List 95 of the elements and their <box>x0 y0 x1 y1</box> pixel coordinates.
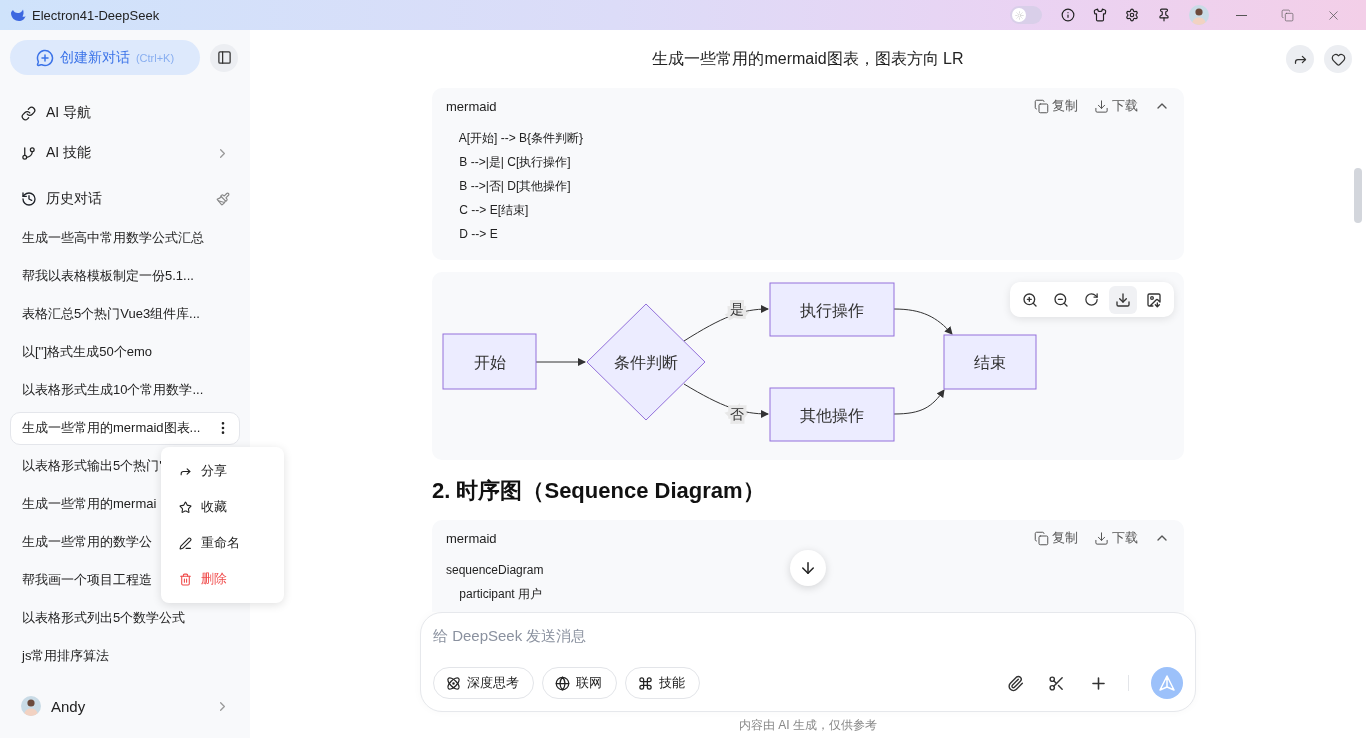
image-icon <box>1146 291 1163 308</box>
sun-icon <box>1014 10 1024 20</box>
flow-arrow <box>893 389 945 415</box>
shirt-icon <box>1093 8 1107 22</box>
atom-icon <box>446 675 461 691</box>
copy-button[interactable]: 复制 <box>1034 97 1078 115</box>
history-item[interactable]: 以['']格式生成50个emo <box>10 335 240 369</box>
code-line: sequenceDiagram <box>446 562 544 579</box>
menu-item[interactable]: 分享 <box>161 453 284 489</box>
info-icon <box>1061 8 1075 22</box>
download-button[interactable]: 下载 <box>1094 529 1138 547</box>
node-label: 开始 <box>473 353 506 371</box>
settings-icon <box>1125 8 1139 22</box>
tool-chip[interactable]: 联网 <box>542 667 617 699</box>
paperclip-icon <box>1007 674 1024 692</box>
menu-item[interactable]: 删除 <box>161 561 284 597</box>
scissors-button[interactable] <box>1048 674 1065 692</box>
share-button[interactable] <box>1286 45 1314 73</box>
info-button[interactable] <box>1061 8 1075 22</box>
whale-logo <box>10 8 26 22</box>
pencil-icon <box>179 536 192 550</box>
history-item[interactable]: 以表格形式生成10个常用数学... <box>10 373 240 407</box>
download-icon <box>1115 291 1132 308</box>
menu-item[interactable]: 重命名 <box>161 525 284 561</box>
tool-chip[interactable]: 深度思考 <box>433 667 534 699</box>
send-icon <box>1159 675 1175 691</box>
code-line: participant 用户 <box>458 586 543 603</box>
chat-plus-icon <box>35 48 54 67</box>
pin-icon <box>1157 8 1171 22</box>
nav-item[interactable]: AI 技能 <box>10 133 240 173</box>
theme-button[interactable] <box>1093 8 1107 22</box>
download-icon <box>1094 98 1109 114</box>
zoom-out-icon <box>1052 291 1069 308</box>
link-icon <box>21 105 36 121</box>
history-item[interactable]: js常用排序算法 <box>10 639 240 673</box>
panel-icon <box>216 50 232 65</box>
nav-item[interactable]: AI 导航 <box>10 93 240 133</box>
download-button[interactable]: 下载 <box>1094 97 1138 115</box>
tool-chip[interactable]: 技能 <box>625 667 700 699</box>
sidebar-toggle-button[interactable] <box>210 43 238 72</box>
app-title: Electron41-DeepSeek <box>32 7 161 23</box>
node-label: 执行操作 <box>800 301 864 319</box>
code-language: mermaid <box>446 98 498 114</box>
scissors-icon <box>1048 674 1065 692</box>
copy-button[interactable]: 复制 <box>1034 529 1078 547</box>
edge-label: 否 <box>730 406 744 422</box>
scrollbar-thumb[interactable] <box>1354 168 1362 223</box>
zoom-in-icon <box>1021 291 1038 308</box>
chat-title: 生成一些常用的mermaid图表，图表方向 LR <box>652 48 964 69</box>
history-icon <box>21 191 37 207</box>
copy-icon <box>1034 530 1049 546</box>
node-label: 结束 <box>974 354 1006 371</box>
code-line: A[开始] --> B{条件判断} <box>457 130 584 147</box>
code-line: D --> E <box>458 226 498 243</box>
disclaimer-text: 内容由 AI 生成，仅供参考 <box>739 716 877 734</box>
edge-label: 是 <box>730 301 744 317</box>
flow-arrow <box>893 308 953 335</box>
pin-button[interactable] <box>1157 8 1171 22</box>
theme-toggle[interactable] <box>1010 6 1042 24</box>
history-item[interactable]: 帮我以表格模板制定一份5.1... <box>10 259 240 293</box>
minimize-icon <box>1235 14 1247 16</box>
new-chat-button[interactable]: 创建新对话 (Ctrl+K) <box>10 40 200 75</box>
code-line: C --> E[结束] <box>458 202 529 219</box>
copy-icon <box>1034 98 1049 114</box>
avatar-button[interactable] <box>1189 5 1209 25</box>
settings-button[interactable] <box>1125 8 1139 22</box>
trash-icon <box>179 572 192 586</box>
download-icon <box>1094 530 1109 546</box>
download-button[interactable] <box>1109 285 1138 314</box>
command-icon <box>638 675 653 691</box>
attach-button[interactable] <box>1007 674 1024 692</box>
message-input[interactable]: 给 DeepSeek 发送消息 <box>433 627 1183 644</box>
code-language: mermaid <box>446 530 498 546</box>
favorite-button[interactable] <box>1324 45 1352 73</box>
menu-item[interactable]: 收藏 <box>161 489 284 525</box>
user-profile[interactable]: Andy <box>10 686 240 726</box>
brush-icon[interactable] <box>216 192 230 206</box>
restore-icon <box>1280 8 1294 22</box>
arrow-down-icon <box>799 559 817 577</box>
history-item[interactable]: 表格汇总5个热门Vue3组件库... <box>10 297 240 331</box>
heart-icon <box>1330 51 1346 67</box>
rotate-icon <box>1084 292 1100 307</box>
code-line: B -->|是| C[执行操作] <box>458 154 571 171</box>
section-title: 历史对话 <box>46 190 103 208</box>
history-item[interactable]: 生成一些常用的mermaid图表... <box>10 411 240 445</box>
flow-arrow <box>535 358 586 366</box>
branch-icon <box>21 145 36 161</box>
globe-icon <box>555 675 570 691</box>
node-label: 其他操作 <box>800 406 864 424</box>
code-line: B -->|否| D[其他操作] <box>458 178 571 195</box>
star-icon <box>179 500 192 514</box>
node-label: 条件判断 <box>614 354 678 371</box>
history-item[interactable]: 以表格形式列出5个数学公式 <box>10 601 240 635</box>
section-heading: 2. 时序图（Sequence Diagram） <box>432 477 766 505</box>
history-item[interactable]: 生成一些高中常用数学公式汇总 <box>10 221 240 255</box>
